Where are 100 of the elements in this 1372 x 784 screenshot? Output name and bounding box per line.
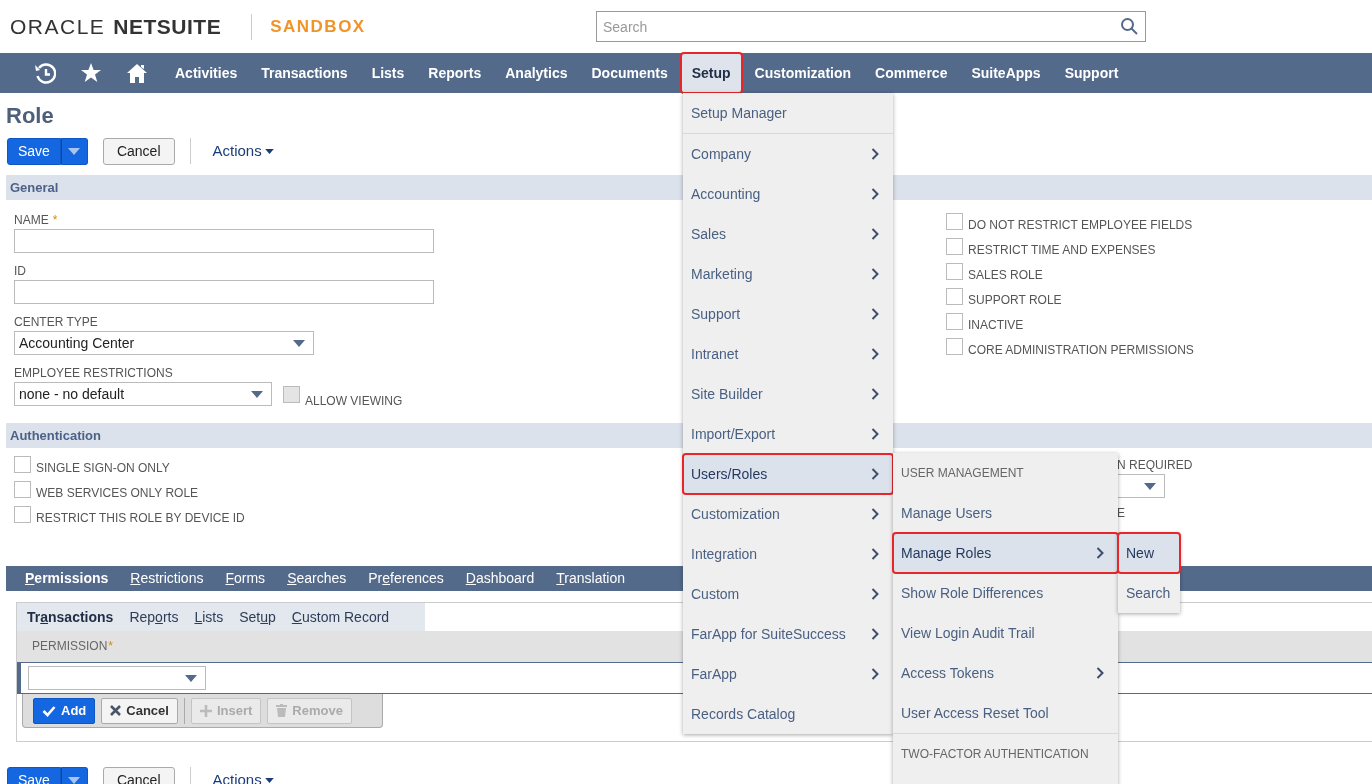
menu-item[interactable]: Intranet: [683, 334, 893, 374]
menu-item[interactable]: Support: [683, 294, 893, 334]
menu-item[interactable]: New: [1118, 533, 1180, 573]
menu-item[interactable]: Company: [683, 134, 893, 174]
tab[interactable]: Searches: [276, 566, 358, 591]
checkbox-label: DO NOT RESTRICT EMPLOYEE FIELDS: [968, 218, 1193, 232]
checkbox[interactable]: [14, 481, 31, 498]
tab[interactable]: Restrictions: [119, 566, 215, 591]
tab[interactable]: Forms: [214, 566, 277, 591]
checkbox[interactable]: [946, 338, 963, 355]
nav-tab[interactable]: Customization: [743, 53, 863, 93]
checkbox[interactable]: [14, 506, 31, 523]
chevron-icon: [871, 508, 879, 520]
tab[interactable]: Preferences: [357, 566, 455, 591]
select-field[interactable]: [28, 666, 206, 690]
caret-icon: [251, 390, 263, 398]
tab[interactable]: Custom Record: [283, 606, 398, 628]
field-label: ID: [14, 263, 26, 279]
menu-item[interactable]: Manage Roles: [893, 533, 1118, 573]
add-button[interactable]: Add: [33, 697, 96, 724]
tab[interactable]: Permissions: [14, 566, 120, 591]
menu-item[interactable]: View Login Audit Trail: [893, 613, 1118, 653]
checkbox[interactable]: [946, 313, 963, 330]
actions-menu[interactable]: Actions: [212, 768, 274, 784]
menu-item[interactable]: Manage Users: [893, 493, 1118, 533]
menu-item[interactable]: Show Role Differences: [893, 573, 1118, 613]
nav-tab[interactable]: Lists: [360, 53, 416, 93]
nav-tab[interactable]: Documents: [580, 53, 679, 93]
chevron-icon: [871, 468, 879, 480]
input-field[interactable]: [14, 280, 434, 304]
menu-item[interactable]: Marketing: [683, 254, 893, 294]
tab[interactable]: Translation: [545, 566, 637, 591]
plus-icon: [199, 704, 212, 717]
nav-tab[interactable]: Support: [1053, 53, 1130, 93]
chevron-icon: [871, 348, 879, 360]
select-field[interactable]: Accounting Center: [14, 331, 314, 355]
caret-icon: [1144, 482, 1156, 490]
cancel-button[interactable]: Cancel: [102, 137, 175, 165]
caret-icon: [68, 147, 81, 155]
tab[interactable]: Dashboard: [454, 566, 546, 591]
input-field[interactable]: [14, 229, 434, 253]
menu-item[interactable]: Users/Roles: [683, 454, 893, 494]
page-title: Role: [6, 103, 54, 129]
history-icon[interactable]: [34, 62, 56, 84]
tab[interactable]: Setup: [231, 606, 284, 628]
menu-item[interactable]: Integration: [683, 534, 893, 574]
menu-item[interactable]: Import/Export: [683, 414, 893, 454]
menu-item[interactable]: Customization: [683, 494, 893, 534]
save-button[interactable]: Save: [7, 766, 61, 784]
checkbox[interactable]: [14, 456, 31, 473]
caret-icon: [68, 776, 81, 784]
cancel-button[interactable]: Cancel: [102, 766, 175, 784]
star-icon[interactable]: [80, 62, 102, 84]
save-button[interactable]: Save: [7, 137, 61, 165]
nav-tab[interactable]: Reports: [417, 53, 493, 93]
logo-text: NETSUITE: [113, 13, 222, 40]
home-icon[interactable]: [126, 62, 148, 84]
field-label: NAME *: [14, 212, 58, 228]
column-header: PERMISSION*: [32, 639, 114, 653]
nav-tab[interactable]: Setup: [680, 53, 742, 93]
menu-item[interactable]: Accounting: [683, 174, 893, 214]
checkbox[interactable]: [946, 263, 963, 280]
nav-tab[interactable]: Commerce: [864, 53, 959, 93]
checkbox[interactable]: [946, 213, 963, 230]
menu-item[interactable]: User Access Reset Tool: [893, 693, 1118, 733]
tab[interactable]: Reports: [121, 606, 187, 628]
select-field[interactable]: none - no default: [14, 382, 272, 406]
menu-item[interactable]: FarApp: [683, 654, 893, 694]
tab[interactable]: Lists: [186, 606, 232, 628]
checkbox-label: RESTRICT TIME AND EXPENSES: [968, 243, 1156, 257]
search-field[interactable]: Search: [596, 11, 1146, 42]
checkbox-label: WEB SERVICES ONLY ROLE: [36, 486, 199, 500]
cancel-button[interactable]: Cancel: [101, 697, 178, 724]
menu-item[interactable]: Search: [1118, 573, 1180, 613]
nav-tab[interactable]: Transactions: [250, 53, 359, 93]
menu-item[interactable]: Records Catalog: [683, 694, 893, 734]
menu-item[interactable]: Sales: [683, 214, 893, 254]
menu-item[interactable]: Setup Manager: [683, 93, 893, 133]
actions-menu[interactable]: Actions: [212, 139, 274, 163]
check-icon: [42, 704, 56, 717]
chevron-icon: [1096, 667, 1104, 679]
search-icon[interactable]: [1120, 17, 1138, 35]
save-menu-button[interactable]: [60, 137, 88, 165]
chevron-icon: [871, 268, 879, 280]
nav-tab[interactable]: Activities: [164, 53, 249, 93]
menu-item[interactable]: Custom: [683, 574, 893, 614]
checkbox[interactable]: [946, 238, 963, 255]
menu-item[interactable]: Access Tokens: [893, 653, 1118, 693]
tab[interactable]: Transactions: [19, 606, 122, 628]
menu-item[interactable]: FarApp for SuiteSuccess: [683, 614, 893, 654]
checkbox[interactable]: [946, 288, 963, 305]
chevron-icon: [871, 148, 879, 160]
menu-item[interactable]: Site Builder: [683, 374, 893, 414]
chevron-icon: [871, 388, 879, 400]
nav-tab[interactable]: Analytics: [494, 53, 579, 93]
field-label: EMPLOYEE RESTRICTIONS: [14, 365, 173, 381]
checkbox-label: INACTIVE: [968, 318, 1024, 332]
nav-tab[interactable]: SuiteApps: [960, 53, 1052, 93]
chevron-icon: [871, 308, 879, 320]
close-icon: [110, 705, 122, 716]
